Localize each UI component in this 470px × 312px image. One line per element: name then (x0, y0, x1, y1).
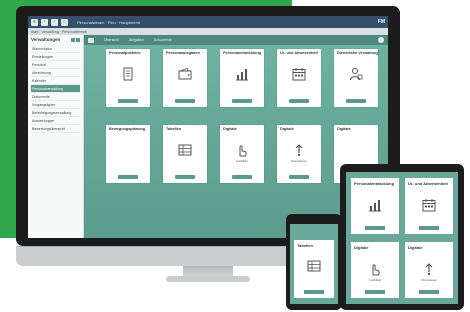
tablet-tile-subtitle: Überweisen (421, 278, 437, 282)
sidebar-header: Verwaltungen (31, 37, 80, 42)
chart-icon (369, 200, 381, 212)
monitor-base (166, 276, 250, 282)
tile-subtitle: Überweisen (291, 159, 307, 163)
grid-view-icon[interactable] (88, 37, 94, 43)
tile-title: Dienstliche Verwaltung (337, 51, 379, 55)
app-tile[interactable]: Ur- und Abwesenheit (277, 49, 321, 107)
hand-icon (239, 145, 247, 157)
document-icon (123, 67, 133, 81)
tile-open-button[interactable] (289, 99, 309, 103)
breadcrumb-bar: Start · Verwaltung · Personalbereich (28, 28, 388, 35)
sidebar-item[interactable]: Stammdaten (31, 45, 80, 53)
tile-title: Digitale (280, 127, 294, 131)
upload-icon (295, 144, 303, 157)
tile-open-button[interactable] (118, 99, 138, 103)
sidebar-item[interactable]: Auswertungen (31, 117, 80, 125)
app-tile[interactable]: Tabellen (163, 125, 207, 183)
app-tile[interactable]: Personalposteien (106, 49, 150, 107)
tablet-tile[interactable]: Digitale Ausfüllen (351, 242, 399, 298)
home-icon[interactable]: ⌂ (61, 18, 68, 26)
tablet-tile-title: Ur- und Abwesenheit (408, 181, 448, 186)
tile-title: Digitale (223, 127, 237, 131)
breadcrumb: Start · Verwaltung · Personalbereich (31, 29, 88, 34)
sidebar-filter-icon[interactable] (76, 37, 80, 42)
app-tile[interactable]: Digitale Ausfüllen (220, 125, 264, 183)
tablet-device: Personalentwicklung Ur- und Abwesenheit Di… (340, 164, 464, 310)
tablet-screen: Personalentwicklung Ur- und Abwesenheit Di… (346, 172, 458, 304)
upload-icon (425, 263, 433, 276)
table-icon (307, 260, 321, 272)
menu-icon[interactable]: ≡ (31, 18, 38, 26)
tablet-tile-button[interactable] (419, 226, 439, 230)
address-text[interactable]: Personalwesen · Fibu · Hauptmenü (77, 20, 140, 25)
tile-title: Digitale (337, 127, 351, 131)
phone-device: Tabellen (286, 214, 342, 310)
tile-title: Personalentwicklung (223, 51, 261, 55)
sidebar-item[interactable]: Personal (31, 61, 80, 69)
tile-open-button[interactable] (175, 175, 195, 179)
sidebar-item[interactable]: Bewertungsübersicht (31, 125, 80, 133)
phone-screen: Tabellen (290, 224, 338, 304)
tablet-tile-title: Digitale (354, 245, 369, 250)
toolbar-label-overview[interactable]: Übersicht (104, 38, 119, 42)
toolbar-label-documents[interactable]: Dokumente (154, 38, 172, 42)
sidebar-item[interactable]: Personalverwaltung (31, 85, 80, 93)
sidebar-item[interactable]: Abrechnung (31, 69, 80, 77)
tile-open-button[interactable] (175, 99, 195, 103)
app-tile[interactable]: Personalausgaben (163, 49, 207, 107)
tile-open-button[interactable] (289, 175, 309, 179)
person-icon (350, 68, 363, 81)
tablet-tile[interactable]: Personalentwicklung (351, 178, 399, 234)
app-tile[interactable]: Personalentwicklung (220, 49, 264, 107)
app-tile[interactable]: Digitale Überweisen (277, 125, 321, 183)
tile-subtitle: Ausfüllen (235, 159, 249, 163)
tablet-tile-title: Digitale (408, 245, 423, 250)
sidebar: Verwaltungen Stammdaten Einstellungen Pers… (28, 35, 84, 238)
avatar[interactable] (378, 37, 384, 43)
sidebar-item[interactable]: Kalender (31, 77, 80, 85)
tile-title: Tabellen (166, 127, 182, 131)
sidebar-item[interactable]: Vorgangstypen (31, 101, 80, 109)
sidebar-tools (71, 37, 80, 42)
tablet-tile[interactable]: Digitale Überweisen (405, 242, 453, 298)
back-icon[interactable]: ‹ (41, 18, 48, 26)
calendar-icon (292, 68, 306, 81)
app-topbar: ≡ ‹ › ⌂ Personalwesen · Fibu · Hauptmenü… (28, 16, 388, 28)
app-tile[interactable]: Bewegungsplanung (106, 125, 150, 183)
sidebar-item[interactable]: Einstellungen (31, 53, 80, 61)
hand-icon (372, 264, 380, 276)
sidebar-add-icon[interactable] (71, 37, 75, 42)
tablet-tile[interactable]: Ur- und Abwesenheit (405, 178, 453, 234)
tile-title: Bewegungsplanung (109, 127, 146, 131)
tile-open-button[interactable] (346, 99, 366, 103)
tablet-tile-subtitle: Ausfüllen (368, 278, 382, 282)
tile-title: Ur- und Abwesenheit (280, 51, 318, 55)
sidebar-item[interactable]: Dokumente (31, 93, 80, 101)
forward-icon[interactable]: › (51, 18, 58, 26)
wallet-icon (178, 67, 192, 80)
tablet-tile-title: Personalentwicklung (354, 181, 395, 186)
toolbar-label-tasks[interactable]: Aufgaben (129, 38, 144, 42)
tile-title: Personalposteien (109, 51, 141, 55)
table-icon (178, 144, 192, 156)
phone-tile-button[interactable] (304, 290, 324, 294)
app-tile[interactable]: Dienstliche Verwaltung (334, 49, 379, 107)
tablet-tile-button[interactable] (365, 226, 385, 230)
sidebar-title: Verwaltungen (31, 37, 61, 42)
sidebar-item[interactable]: Berechtigungsverwaltung (31, 109, 80, 117)
desktop-screen: ≡ ‹ › ⌂ Personalwesen · Fibu · Hauptmenü… (28, 16, 388, 238)
tile-open-button[interactable] (232, 175, 252, 179)
calendar-icon (422, 199, 436, 212)
main-toolbar: Übersicht Aufgaben Dokumente (84, 35, 388, 45)
tablet-tile-button[interactable] (365, 290, 385, 294)
brand-logo: FM (377, 19, 385, 25)
tile-title: Personalausgaben (166, 51, 200, 55)
sidebar-list: Stammdaten Einstellungen Personal Abrechnun… (31, 45, 80, 133)
chart-icon (236, 69, 248, 81)
tile-open-button[interactable] (232, 99, 252, 103)
phone-tile-title: Tabellen (297, 243, 313, 248)
tile-open-button[interactable] (118, 175, 138, 179)
tablet-tile-button[interactable] (419, 290, 439, 294)
phone-tile[interactable]: Tabellen (294, 240, 334, 298)
